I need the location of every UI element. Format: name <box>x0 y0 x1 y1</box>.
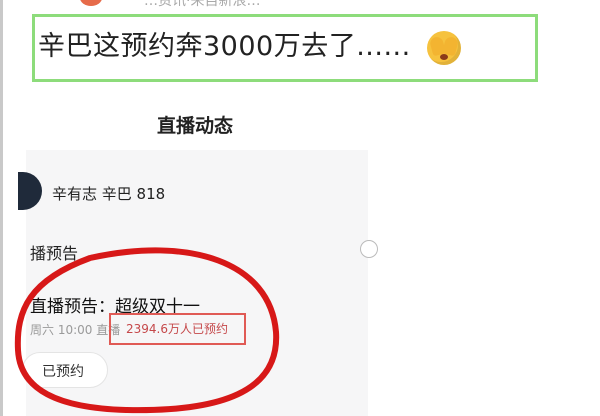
streamer-name[interactable]: 辛有志 辛巴 818 <box>52 183 165 204</box>
schedule-text: 周六 10:00 直播 <box>30 323 121 337</box>
reserved-button-label: 已预约 <box>42 364 84 380</box>
blurred-top-strip: …资讯·来自新浪… <box>60 0 330 8</box>
reservation-count: 2394.6万人已预约 <box>126 322 228 336</box>
blurred-source-text: …资讯·来自新浪… <box>144 0 261 8</box>
live-feed-title: 直播动态 <box>157 115 234 137</box>
top-avatar <box>80 0 102 6</box>
see-no-evil-face-icon <box>427 31 461 65</box>
chevron-right-icon[interactable] <box>360 240 378 258</box>
preview-section-label: 播预告 <box>30 244 79 263</box>
headline-text: 辛巴这预约奔3000万去了...... <box>38 31 411 62</box>
screen-left-edge <box>0 0 3 416</box>
